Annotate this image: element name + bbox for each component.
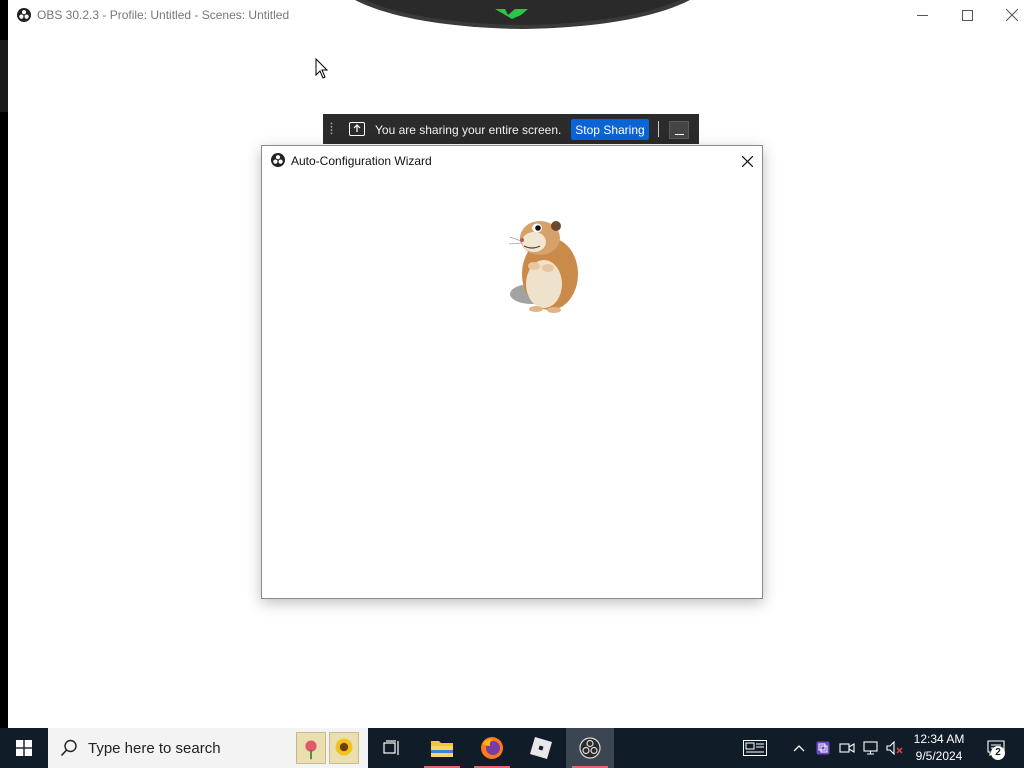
volume-muted-icon — [886, 741, 903, 755]
firefox-icon — [481, 737, 503, 759]
maximize-button[interactable] — [944, 0, 990, 30]
windows-logo-icon — [16, 740, 32, 756]
camera-icon — [839, 743, 855, 753]
divider — [658, 121, 659, 137]
hamster-illustration — [508, 221, 578, 313]
close-icon — [1006, 9, 1018, 21]
network-icon — [863, 741, 878, 755]
task-view-icon — [383, 740, 399, 755]
start-button[interactable] — [0, 728, 48, 768]
windows-taskbar: Type here to search 12:34 AM 9/5/2024 2 — [0, 728, 1024, 768]
stop-sharing-button[interactable]: Stop Sharing — [571, 119, 649, 140]
dialog-close-button[interactable] — [732, 148, 762, 174]
show-hidden-icons-button[interactable] — [788, 728, 810, 768]
volume-button[interactable] — [884, 728, 906, 768]
search-placeholder: Type here to search — [88, 740, 221, 757]
share-message: You are sharing your entire screen. — [375, 123, 562, 137]
mouse-cursor-icon — [315, 58, 329, 79]
news-icon — [743, 740, 767, 756]
search-icon — [60, 739, 77, 757]
search-highlight-sunflower-icon — [329, 732, 359, 764]
clock-time: 12:34 AM — [913, 732, 965, 746]
meet-now-button[interactable] — [836, 728, 858, 768]
file-explorer-icon — [431, 741, 453, 757]
desktop-edge-gap — [0, 40, 8, 112]
task-view-button[interactable] — [368, 728, 416, 768]
news-widget-button[interactable] — [734, 728, 776, 768]
taskbar-search-box[interactable]: Type here to search — [48, 728, 368, 768]
roblox-icon — [530, 737, 552, 759]
obs-icon — [579, 737, 601, 759]
share-screen-icon — [349, 122, 365, 136]
close-icon — [741, 155, 753, 167]
close-button[interactable] — [989, 0, 1024, 30]
dialog-title: Auto-Configuration Wizard — [291, 154, 432, 168]
obs-logo-icon — [271, 153, 285, 167]
maximize-icon — [961, 9, 973, 21]
firefox-button[interactable] — [468, 728, 516, 768]
screen-share-notch — [355, 0, 690, 29]
window-title: OBS 30.2.3 - Profile: Untitled - Scenes:… — [37, 8, 290, 22]
hide-share-bar-button[interactable] — [669, 121, 689, 139]
tray-app-icon — [816, 741, 830, 755]
taskbar-clock[interactable]: 12:34 AM 9/5/2024 — [905, 731, 973, 765]
auto-config-wizard-dialog: Auto-Configuration Wizard — [261, 145, 763, 599]
notification-count-badge: 2 — [991, 746, 1005, 760]
roblox-button[interactable] — [517, 728, 565, 768]
minimize-icon — [916, 14, 928, 16]
search-highlight-stamp-icon — [296, 732, 326, 764]
drag-handle-icon[interactable] — [330, 122, 333, 136]
minimize-button[interactable] — [899, 0, 945, 30]
obs-taskbar-button[interactable] — [566, 728, 614, 768]
clock-date: 9/5/2024 — [915, 749, 963, 763]
file-explorer-button[interactable] — [418, 728, 466, 768]
chevron-up-icon — [793, 745, 805, 752]
obs-logo-icon — [17, 8, 31, 22]
network-button[interactable] — [860, 728, 882, 768]
screen-share-bar: You are sharing your entire screen. Stop… — [323, 114, 699, 144]
tray-app-button[interactable] — [812, 728, 834, 768]
